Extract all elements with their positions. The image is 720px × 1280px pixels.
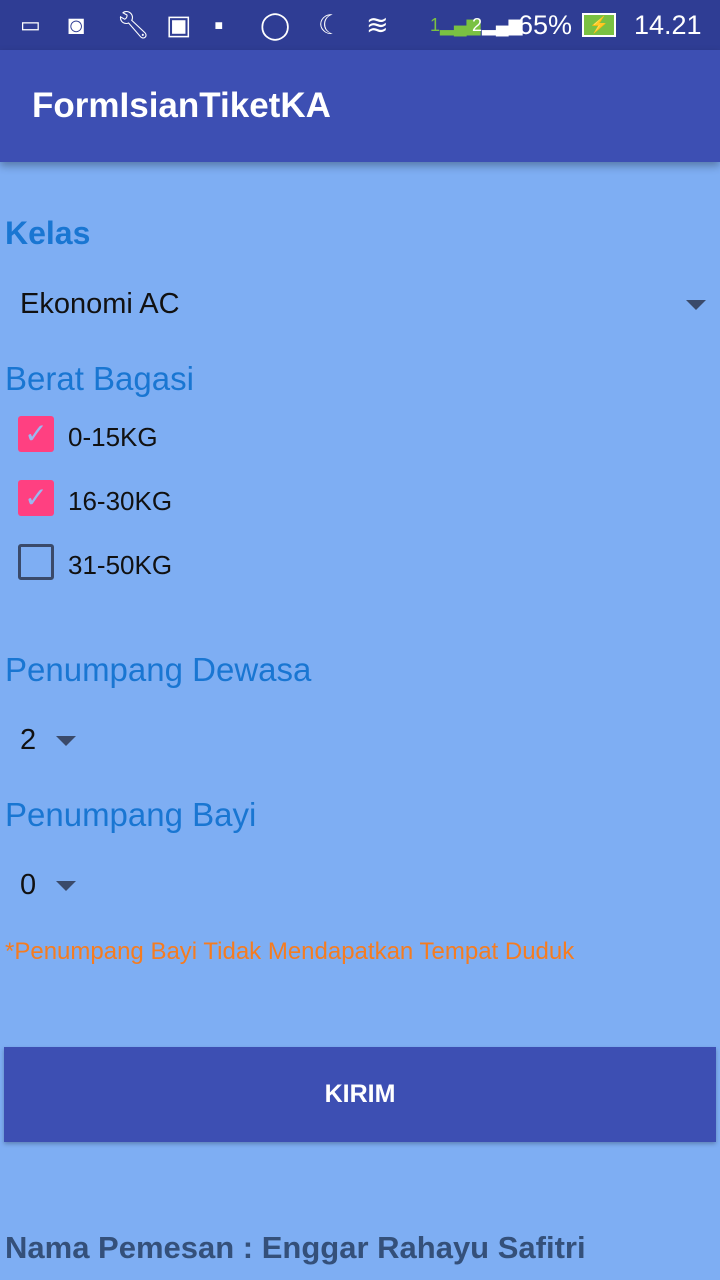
checkbox-unchecked-icon — [18, 544, 54, 580]
battery-percent: 65% — [518, 9, 573, 40]
bbm-icon: ▪ — [214, 9, 224, 40]
image-icon: ▣ — [166, 9, 192, 40]
checkbox-31-50kg[interactable]: 31-50KG — [0, 538, 300, 588]
dropdown-arrow-icon — [686, 300, 706, 310]
dewasa-spinner[interactable]: 2 — [0, 712, 100, 772]
notification-icon: ▭ — [20, 12, 41, 37]
checkbox-16-30kg[interactable]: ✓ 16-30KG — [0, 474, 300, 524]
battery-icon: ⚡ — [582, 13, 616, 37]
checkbox-label: 31-50KG — [68, 550, 173, 580]
whatsapp-icon: ◯ — [260, 9, 291, 40]
kirim-button[interactable]: KIRIM — [4, 1047, 716, 1142]
bagasi-label: Berat Bagasi — [5, 360, 194, 397]
dewasa-value: 2 — [20, 724, 37, 756]
status-bar: ▭ ◙ 🔧︎ ▣ ▪ ◯ ☾ ≋ 1 ▂▄▆ 2 ▂▄▆ 65% ⚡ 14.21 — [0, 0, 720, 50]
kelas-value: Ekonomi AC — [20, 288, 180, 320]
checkbox-checked-icon: ✓ — [18, 416, 54, 452]
kelas-label: Kelas — [5, 215, 91, 251]
dropdown-arrow-icon — [56, 736, 76, 746]
bayi-note: *Penumpang Bayi Tidak Mendapatkan Tempat… — [5, 938, 575, 965]
checkbox-label: 16-30KG — [68, 486, 173, 516]
dewasa-label: Penumpang Dewasa — [5, 651, 312, 688]
kelas-spinner[interactable]: Ekonomi AC — [0, 276, 720, 336]
sim1-label: 1 — [430, 14, 441, 35]
moon-icon: ☾ — [318, 9, 343, 40]
bayi-spinner[interactable]: 0 — [0, 857, 100, 917]
checkbox-label: 0-15KG — [68, 422, 158, 452]
disk-icon: ◙ — [68, 9, 85, 40]
nama-pemesan: Nama Pemesan : Enggar Rahayu Safitri — [5, 1230, 586, 1265]
dropdown-arrow-icon — [56, 881, 76, 891]
app-bar: FormIsianTiketKA — [0, 50, 720, 162]
signal-sim2-icon: 2 ▂▄▆ — [472, 14, 523, 35]
wifi-icon: ≋ — [366, 9, 389, 40]
bayi-label: Penumpang Bayi — [5, 796, 257, 833]
sim2-label: 2 — [472, 14, 483, 35]
wrench-icon: 🔧︎ — [116, 10, 151, 40]
clock: 14.21 — [634, 9, 702, 40]
checkbox-0-15kg[interactable]: ✓ 0-15KG — [0, 410, 300, 460]
app-title: FormIsianTiketKA — [32, 86, 331, 125]
bayi-value: 0 — [20, 869, 37, 901]
checkbox-checked-icon: ✓ — [18, 480, 54, 516]
